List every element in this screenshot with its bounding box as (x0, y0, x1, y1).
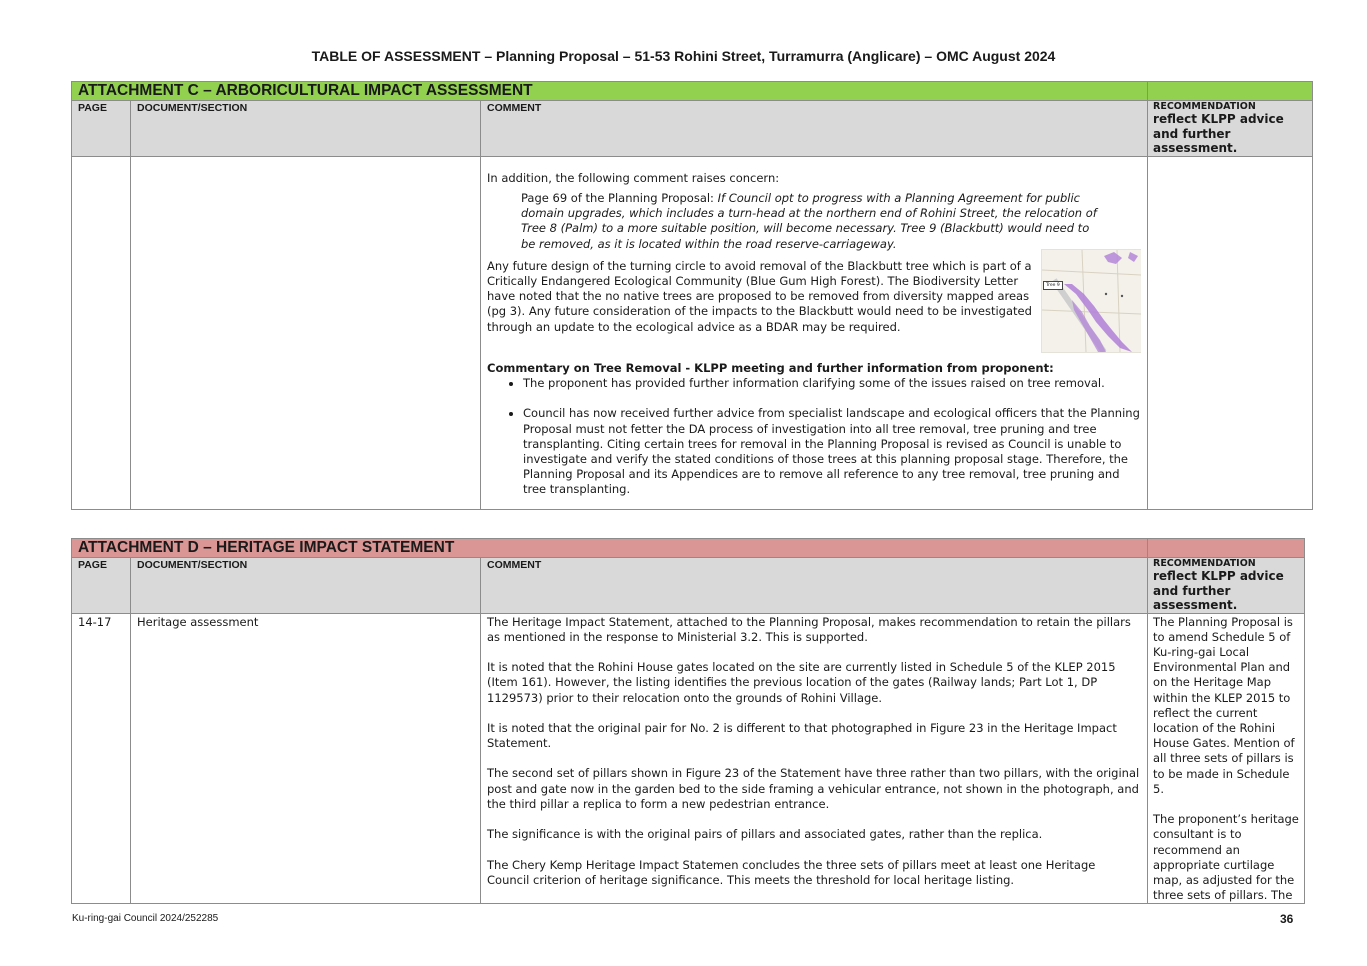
column-header-comment: COMMENT (480, 557, 1148, 614)
column-header-comment: COMMENT (479, 100, 1149, 157)
attachment-c-header-blank (1147, 81, 1314, 101)
heritage-section-cell: Heritage assessment (130, 612, 481, 905)
document-title: TABLE OF ASSESSMENT – Planning Proposal … (311, 48, 1056, 64)
heritage-recommendation-1: The Planning Proposal is to amend Schedu… (1153, 614, 1295, 796)
column-header-page: PAGE (71, 557, 131, 614)
attachment-d-body-row: 14-17 Heritage assessment The Heritage I… (71, 612, 1305, 905)
heritage-comment-4: The second set of pillars shown in Figur… (487, 766, 1140, 811)
column-header-page: PAGE (71, 100, 131, 157)
attachment-c-table: ATTACHMENT C – ARBORICULTURAL IMPACT ASS… (70, 81, 1314, 510)
column-header-recommendation: RECOMMENDATION reflect KLPP advice and f… (1147, 557, 1305, 614)
footer-page-number: 36 (1280, 912, 1294, 926)
attachment-d-title: ATTACHMENT D – HERITAGE IMPACT STATEMENT (71, 538, 1148, 558)
attachment-c-section-cell (130, 155, 481, 510)
commentary-bullets: The proponent has provided further infor… (487, 376, 1141, 498)
attachment-c-header-row: ATTACHMENT C – ARBORICULTURAL IMPACT ASS… (70, 81, 1314, 101)
heritage-comment-6: The Chery Kemp Heritage Impact Statemen … (487, 857, 1096, 887)
biodiversity-block: Tree 9 Any future design of the turning … (487, 248, 1142, 353)
attachment-c-column-headers: PAGE DOCUMENT/SECTION COMMENT RECOMMENDA… (71, 100, 1314, 157)
column-header-recommendation: RECOMMENDATION reflect KLPP advice and f… (1147, 100, 1314, 157)
commentary-heading: Commentary on Tree Removal - KLPP meetin… (487, 360, 1054, 375)
footer-reference: Ku-ring-gai Council 2024/252285 (72, 913, 219, 924)
attachment-c-title: ATTACHMENT C – ARBORICULTURAL IMPACT ASS… (70, 81, 1149, 101)
recommendation-subtitle: reflect KLPP advice and further assessme… (1153, 569, 1284, 612)
heritage-comment-3: It is noted that the original pair for N… (487, 720, 1117, 751)
attachment-c-body-row: In addition, the following comment raise… (71, 155, 1314, 510)
commentary-bullet-2: Council has now received further advice … (523, 406, 1141, 497)
column-header-section: DOCUMENT/SECTION (130, 557, 481, 614)
column-header-section: DOCUMENT/SECTION (130, 100, 481, 157)
heritage-recommendation-cell: The Planning Proposal is to amend Schedu… (1147, 612, 1305, 905)
heritage-comment-2: It is noted that the Rohini House gates … (487, 660, 1116, 705)
attachment-c-page-cell (71, 155, 131, 510)
heritage-comment-cell: The Heritage Impact Statement, attached … (480, 612, 1148, 905)
intro-text: In addition, the following comment raise… (487, 170, 780, 185)
map-tree-label: Tree 9 (1043, 280, 1063, 290)
recommendation-subtitle: reflect KLPP advice and further assessme… (1153, 112, 1284, 155)
heritage-comment-1: The Heritage Impact Statement, attached … (487, 614, 1131, 644)
quoted-comment: Page 69 of the Planning Proposal: If Cou… (521, 191, 1107, 252)
heritage-page-cell: 14-17 (71, 612, 131, 905)
attachment-d-header-blank (1147, 538, 1305, 558)
recommendation-title: RECOMMENDATION (1153, 101, 1256, 112)
quote-lead: Page 69 of the Planning Proposal: (521, 190, 718, 205)
commentary-bullet-1: The proponent has provided further infor… (523, 376, 1141, 391)
heritage-comment-5: The significance is with the original pa… (487, 827, 1043, 842)
biodiversity-map-image: Tree 9 (1041, 248, 1142, 353)
attachment-d-table: ATTACHMENT D – HERITAGE IMPACT STATEMENT… (71, 538, 1305, 905)
attachment-d-header-row: ATTACHMENT D – HERITAGE IMPACT STATEMENT (71, 538, 1305, 558)
attachment-d-column-headers: PAGE DOCUMENT/SECTION COMMENT RECOMMENDA… (71, 557, 1305, 614)
attachment-c-comment-cell: In addition, the following comment raise… (479, 155, 1149, 510)
attachment-c-recommendation-cell (1147, 155, 1314, 510)
heritage-recommendation-2: The proponent’s heritage consultant is t… (1153, 812, 1299, 903)
recommendation-title: RECOMMENDATION (1153, 558, 1256, 569)
map-drawing (1042, 249, 1142, 352)
